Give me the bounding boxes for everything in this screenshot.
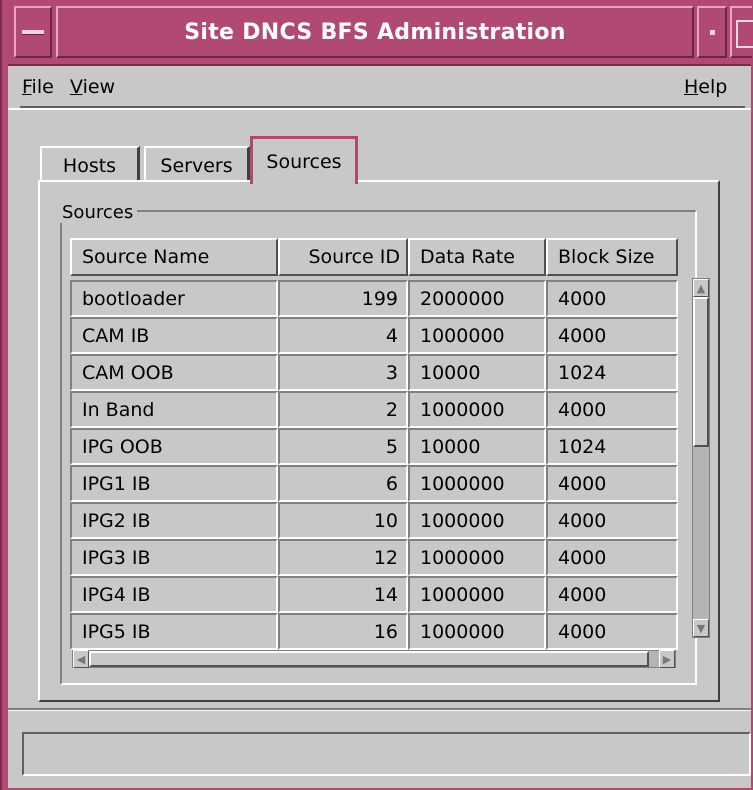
cell-source-id[interactable]: 5 [278,428,408,465]
table-row[interactable]: IPG OOB 5 10000 1024 [70,428,678,465]
cell-source-name[interactable]: CAM OOB [70,354,278,391]
cell-source-id[interactable]: 4 [278,317,408,354]
cell-source-name[interactable]: In Band [70,391,278,428]
cell-source-id[interactable]: 2 [278,391,408,428]
cell-data-rate[interactable]: 1000000 [408,502,546,539]
table-row[interactable]: bootloader 199 2000000 4000 [70,280,678,317]
status-separator [8,708,751,711]
menu-bar-inner: File View Help [20,70,745,108]
cell-data-rate[interactable]: 10000 [408,428,546,465]
cell-block-size[interactable]: 1024 [546,354,678,391]
table-row[interactable]: CAM IB 4 1000000 4000 [70,317,678,354]
cell-source-name[interactable]: IPG4 IB [70,576,278,613]
maximize-icon [736,20,753,48]
cell-source-id[interactable]: 199 [278,280,408,317]
vertical-scroll-thumb[interactable] [693,297,709,447]
scroll-down-arrow-icon[interactable]: ▼ [693,619,709,637]
cell-source-name[interactable]: bootloader [70,280,278,317]
menu-view-mnemonic: V [70,76,83,98]
cell-block-size[interactable]: 1024 [546,428,678,465]
tab-hosts-label: Hosts [62,155,117,177]
column-header-source-id[interactable]: Source ID [278,238,408,276]
title-area[interactable]: Site DNCS BFS Administration [56,6,694,58]
cell-source-id[interactable]: 6 [278,465,408,502]
column-header-block-size[interactable]: Block Size [546,238,678,276]
cell-block-size[interactable]: 4000 [546,391,678,428]
cell-data-rate[interactable]: 1000000 [408,613,546,650]
cell-source-id[interactable]: 16 [278,613,408,650]
status-bar [22,732,751,776]
cell-block-size[interactable]: 4000 [546,613,678,650]
cell-data-rate[interactable]: 10000 [408,354,546,391]
cell-source-name[interactable]: CAM IB [70,317,278,354]
column-header-source-name[interactable]: Source Name [70,238,278,276]
menu-view-label: iew [82,76,116,98]
cell-block-size[interactable]: 4000 [546,280,678,317]
column-header-data-rate[interactable]: Data Rate [408,238,546,276]
window-menu-icon [22,30,44,35]
table-row[interactable]: CAM OOB 3 10000 1024 [70,354,678,391]
table-row[interactable]: IPG5 IB 16 1000000 4000 [70,613,678,650]
table-row[interactable]: IPG2 IB 10 1000000 4000 [70,502,678,539]
cell-block-size[interactable]: 4000 [546,465,678,502]
table-row[interactable]: In Band 2 1000000 4000 [70,391,678,428]
cell-data-rate[interactable]: 2000000 [408,280,546,317]
cell-source-id[interactable]: 12 [278,539,408,576]
menu-help-mnemonic: H [684,76,699,98]
menu-help-label: elp [698,76,728,98]
horizontal-scrollbar[interactable]: ◀ ▶ [72,650,676,668]
cell-source-id[interactable]: 14 [278,576,408,613]
cell-data-rate[interactable]: 1000000 [408,317,546,354]
maximize-button[interactable] [730,6,753,58]
vertical-scrollbar[interactable]: ▲ ▼ [692,278,710,638]
tab-panel-sources: Sources Source Name Source ID Data Rate … [38,180,720,702]
window-left-edge [0,0,2,790]
table-row[interactable]: IPG1 IB 6 1000000 4000 [70,465,678,502]
window-title: Site DNCS BFS Administration [184,19,566,45]
tab-servers[interactable]: Servers [144,146,250,184]
sources-group-label: Sources [58,202,138,223]
menu-view[interactable]: View [70,76,115,98]
menu-file-mnemonic: F [22,76,32,98]
cell-block-size[interactable]: 4000 [546,539,678,576]
cell-source-id[interactable]: 10 [278,502,408,539]
scroll-left-arrow-icon[interactable]: ◀ [73,650,89,668]
tab-sources[interactable]: Sources [250,136,358,184]
cell-data-rate[interactable]: 1000000 [408,539,546,576]
title-bar[interactable]: Site DNCS BFS Administration [8,0,753,66]
tab-hosts[interactable]: Hosts [40,146,140,184]
cell-block-size[interactable]: 4000 [546,576,678,613]
menu-file[interactable]: File [22,76,54,98]
cell-data-rate[interactable]: 1000000 [408,576,546,613]
cell-source-name[interactable]: IPG2 IB [70,502,278,539]
table-row[interactable]: IPG3 IB 12 1000000 4000 [70,539,678,576]
cell-source-id[interactable]: 3 [278,354,408,391]
menu-bar: File View Help [8,66,751,110]
horizontal-scroll-thumb[interactable] [89,651,649,667]
menu-file-label: ile [31,76,54,98]
cell-source-name[interactable]: IPG OOB [70,428,278,465]
minimize-icon [710,30,715,35]
cell-block-size[interactable]: 4000 [546,502,678,539]
scroll-up-arrow-icon[interactable]: ▲ [693,279,709,297]
cell-source-name[interactable]: IPG5 IB [70,613,278,650]
menu-help[interactable]: Help [684,76,727,98]
window-menu-button[interactable] [14,6,52,58]
cell-data-rate[interactable]: 1000000 [408,465,546,502]
cell-source-name[interactable]: IPG1 IB [70,465,278,502]
tab-sources-label: Sources [266,150,342,173]
minimize-button[interactable] [697,6,727,58]
tab-servers-label: Servers [160,155,233,177]
cell-block-size[interactable]: 4000 [546,317,678,354]
cell-source-name[interactable]: IPG3 IB [70,539,278,576]
table-row[interactable]: IPG4 IB 14 1000000 4000 [70,576,678,613]
scroll-right-arrow-icon[interactable]: ▶ [659,650,675,668]
cell-data-rate[interactable]: 1000000 [408,391,546,428]
